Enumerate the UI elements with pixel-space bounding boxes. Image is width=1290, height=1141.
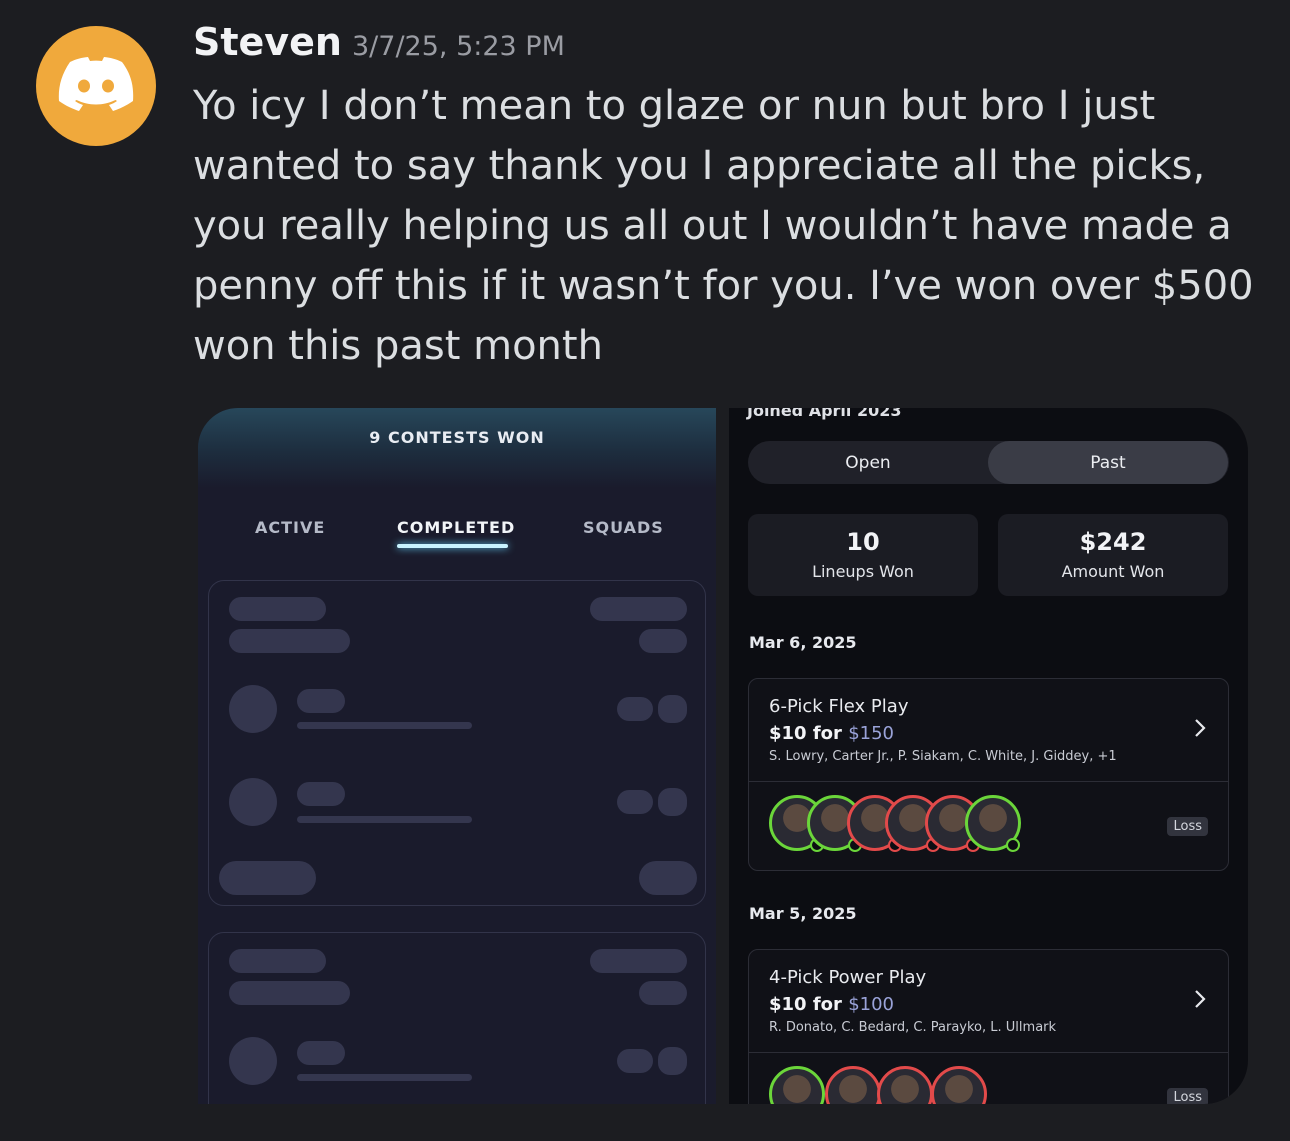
tab-squads[interactable]: SQUADS	[583, 518, 664, 537]
chevron-right-icon[interactable]	[1192, 988, 1208, 1010]
player-heads	[769, 1066, 1089, 1104]
entry-price: $10 for $100	[769, 994, 894, 1015]
player-heads	[769, 795, 1089, 855]
tab-indicator	[397, 544, 508, 548]
entry-summary: 6-Pick Flex Play $10 for $150 S. Lowry, …	[749, 679, 1228, 782]
entry-date: Mar 5, 2025	[749, 904, 857, 923]
entry-payout: $100	[848, 994, 895, 1015]
attachment-image-right[interactable]: Joined April 2023 Open Past 10 Lineups W…	[729, 408, 1248, 1104]
player-avatar	[769, 1066, 825, 1104]
player-avatar	[931, 1066, 987, 1104]
chevron-right-icon[interactable]	[1192, 717, 1208, 739]
entry-card[interactable]: 6-Pick Flex Play $10 for $150 S. Lowry, …	[748, 678, 1229, 871]
stat-lineups-won: 10 Lineups Won	[748, 514, 978, 596]
player-avatar	[877, 1066, 933, 1104]
stat-amount-won: $242 Amount Won	[998, 514, 1228, 596]
loading-card	[208, 932, 706, 1104]
toggle-open[interactable]: Open	[748, 441, 988, 484]
attachment-image-left[interactable]: 9 CONTESTS WON ACTIVE COMPLETED SQUADS	[198, 408, 716, 1104]
tab-active[interactable]: ACTIVE	[255, 518, 325, 537]
entry-payout: $150	[848, 723, 895, 744]
loading-card	[208, 580, 706, 906]
entry-title: 4-Pick Power Play	[769, 967, 927, 988]
message-timestamp: 3/7/25, 5:23 PM	[352, 31, 565, 62]
tab-completed[interactable]: COMPLETED	[397, 518, 515, 537]
stat-label: Lineups Won	[812, 562, 914, 581]
result-badge: Loss	[1167, 817, 1208, 836]
check-icon	[1006, 838, 1020, 852]
player-avatar	[965, 795, 1021, 852]
toggle-past[interactable]: Past	[988, 441, 1228, 484]
stat-value: 10	[846, 528, 880, 556]
stat-value: $242	[1079, 528, 1147, 556]
entry-summary: 4-Pick Power Play $10 for $100 R. Donato…	[749, 950, 1228, 1053]
entry-date: Mar 6, 2025	[749, 633, 857, 652]
stat-label: Amount Won	[1061, 562, 1165, 581]
entry-stake: $10 for	[769, 994, 842, 1015]
contests-won-label: 9 CONTESTS WON	[369, 428, 545, 447]
avatar[interactable]	[36, 26, 156, 146]
profile-header	[198, 408, 716, 488]
player-avatar	[825, 1066, 881, 1104]
result-badge: Loss	[1167, 1088, 1208, 1104]
entry-players: S. Lowry, Carter Jr., P. Siakam, C. Whit…	[769, 749, 1117, 764]
entry-price: $10 for $150	[769, 723, 894, 744]
entry-card[interactable]: 4-Pick Power Play $10 for $100 R. Donato…	[748, 949, 1229, 1104]
discord-logo-icon	[58, 57, 134, 111]
entry-players: R. Donato, C. Bedard, C. Parayko, L. Ull…	[769, 1020, 1057, 1035]
entry-title: 6-Pick Flex Play	[769, 696, 909, 717]
username[interactable]: Steven	[193, 20, 342, 64]
entry-stake: $10 for	[769, 723, 842, 744]
message-text: Yo icy I don’t mean to glaze or nun but …	[193, 83, 1254, 369]
open-past-toggle[interactable]: Open Past	[748, 441, 1229, 484]
joined-date: Joined April 2023	[747, 408, 902, 420]
